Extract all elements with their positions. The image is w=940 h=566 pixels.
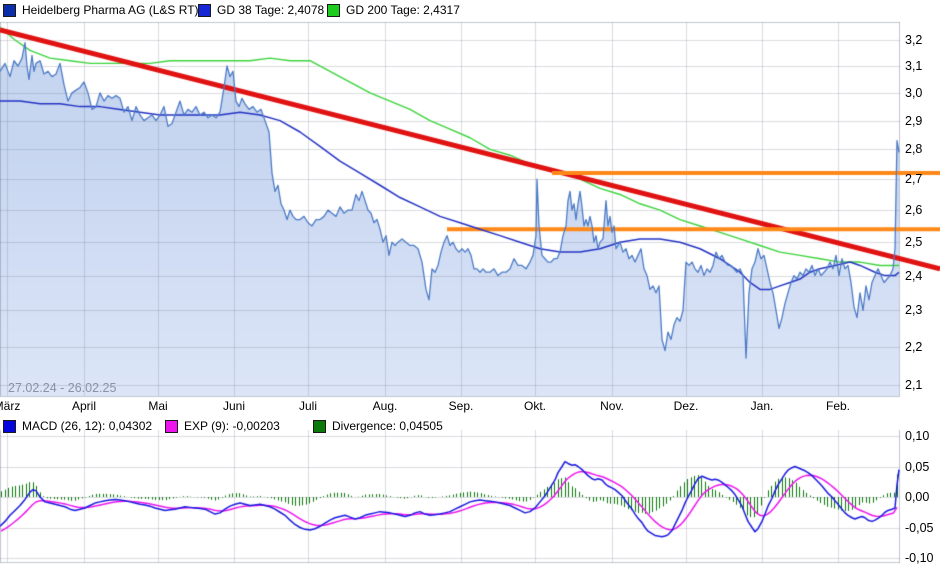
divergence-color-swatch	[313, 420, 326, 433]
legend-item-divergence: Divergence: 0,04505	[313, 419, 443, 433]
macd-color-swatch	[3, 420, 16, 433]
legend-item-instrument: Heidelberg Pharma AG (L&S RT)	[3, 3, 199, 17]
legend-item-gd38: GD 38 Tage: 2,4078	[198, 3, 324, 17]
date-range-watermark: 27.02.24 - 26.02.25	[8, 381, 116, 395]
gd38-color-swatch	[198, 4, 211, 17]
legend-item-exp: EXP (9): -0,00203	[165, 419, 280, 433]
legend-item-label: Divergence: 0,04505	[332, 419, 443, 433]
legend-item-macd: MACD (26, 12): 0,04302	[3, 419, 152, 433]
exp-color-swatch	[165, 420, 178, 433]
legend-item-label: GD 38 Tage: 2,4078	[217, 3, 324, 17]
legend-item-label: Heidelberg Pharma AG (L&S RT)	[22, 3, 199, 17]
gd200-color-swatch	[327, 4, 340, 17]
instrument-color-swatch	[3, 4, 16, 17]
stock-chart-canvas	[0, 0, 940, 566]
legend-item-label: GD 200 Tage: 2,4317	[346, 3, 460, 17]
legend-item-label: MACD (26, 12): 0,04302	[22, 419, 152, 433]
legend-item-label: EXP (9): -0,00203	[184, 419, 280, 433]
stock-chart-page: Heidelberg Pharma AG (L&S RT) GD 38 Tage…	[0, 0, 940, 566]
legend-item-gd200: GD 200 Tage: 2,4317	[327, 3, 460, 17]
